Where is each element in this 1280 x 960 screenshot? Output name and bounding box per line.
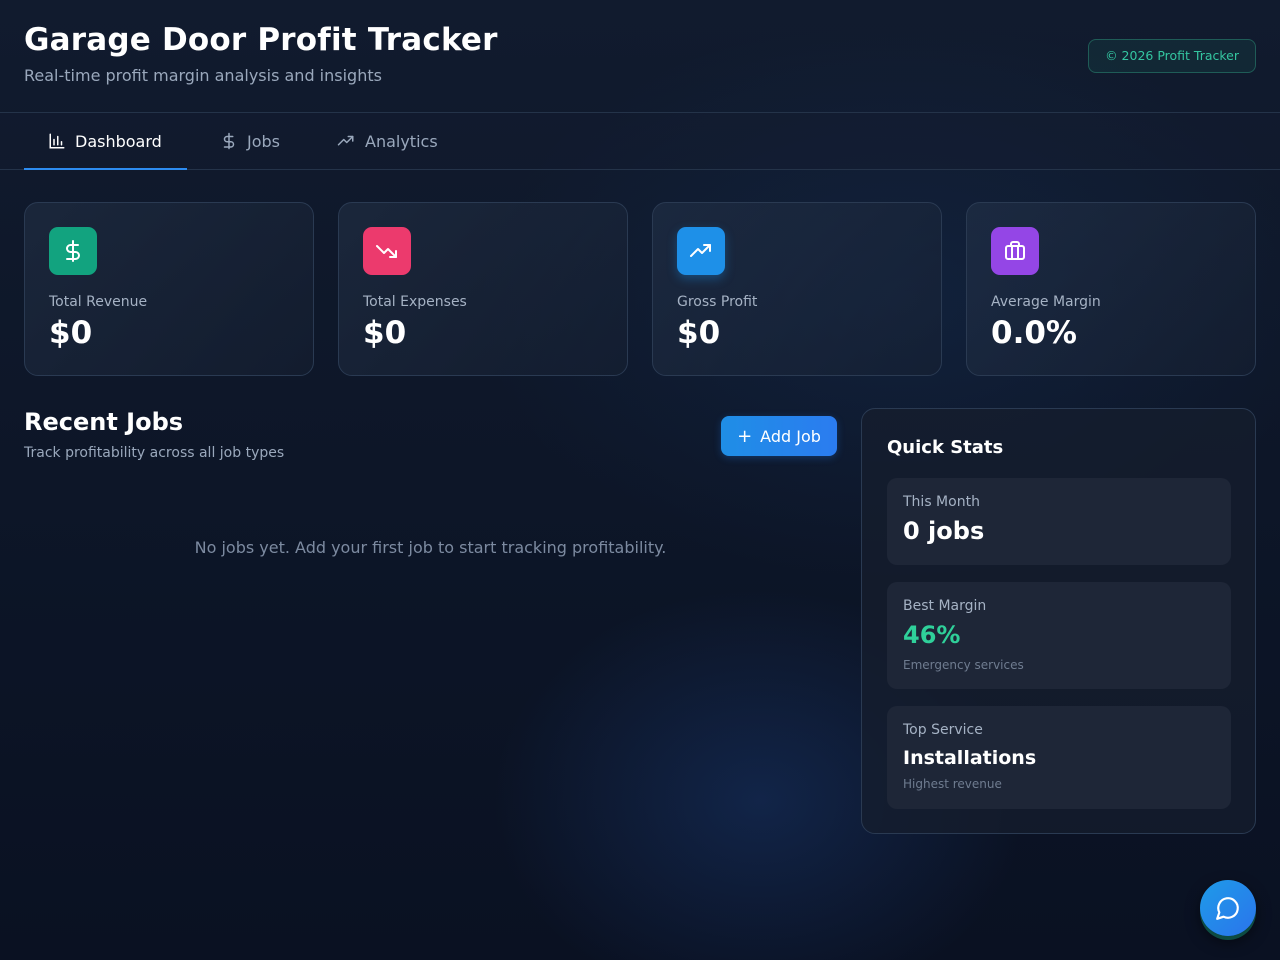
quick-stat-best-margin: Best Margin 46% Emergency services xyxy=(887,582,1231,689)
app-header: Garage Door Profit Tracker Real-time pro… xyxy=(0,0,1280,113)
dollar-icon xyxy=(49,227,97,275)
briefcase-icon xyxy=(991,227,1039,275)
tab-bar: Dashboard Jobs Analytics xyxy=(0,113,1280,170)
trending-down-icon xyxy=(363,227,411,275)
stat-value: 0.0% xyxy=(991,315,1077,351)
page-subtitle: Real-time profit margin analysis and ins… xyxy=(24,66,382,85)
stat-label: Total Expenses xyxy=(363,294,467,310)
stat-value: $0 xyxy=(49,315,93,351)
tab-jobs-label: Jobs xyxy=(247,131,280,151)
add-job-button[interactable]: + Add Job xyxy=(721,416,837,456)
stat-label: Gross Profit xyxy=(677,294,758,310)
quick-stat-this-month: This Month 0 jobs xyxy=(887,478,1231,565)
stat-card-gross-profit: Gross Profit $0 xyxy=(652,202,942,376)
recent-jobs-subtitle: Track profitability across all job types xyxy=(24,445,285,461)
stat-value: $0 xyxy=(677,315,721,351)
quick-stats-title: Quick Stats xyxy=(887,437,1004,458)
tab-dashboard[interactable]: Dashboard xyxy=(24,113,187,170)
page-title: Garage Door Profit Tracker xyxy=(24,22,498,58)
quick-stat-top-service: Top Service Installations Highest revenu… xyxy=(887,706,1231,809)
stat-label: Best Margin xyxy=(903,598,987,614)
stat-value: 46% xyxy=(903,621,961,649)
stat-value: Installations xyxy=(903,747,1037,769)
chat-bubble-icon xyxy=(1216,897,1239,920)
stat-card-total-expenses: Total Expenses $0 xyxy=(338,202,628,376)
quick-stats-panel: Quick Stats This Month 0 jobs Best Margi… xyxy=(861,408,1256,834)
add-job-label: Add Job xyxy=(760,426,821,446)
stat-label: Average Margin xyxy=(991,294,1101,310)
dollar-icon xyxy=(223,132,235,150)
plus-icon: + xyxy=(737,425,753,447)
stat-value: 0 jobs xyxy=(903,517,985,545)
tab-analytics-label: Analytics xyxy=(365,131,438,151)
stat-card-average-margin: Average Margin 0.0% xyxy=(966,202,1256,376)
tab-analytics[interactable]: Analytics xyxy=(336,113,438,169)
recent-jobs-title: Recent Jobs xyxy=(24,408,184,436)
tab-jobs[interactable]: Jobs xyxy=(220,113,280,169)
stat-card-total-revenue: Total Revenue $0 xyxy=(24,202,314,376)
trending-up-icon xyxy=(677,227,725,275)
copyright-badge: © 2026 Profit Tracker xyxy=(1088,39,1256,73)
stat-note: Emergency services xyxy=(903,658,1024,672)
tab-dashboard-label: Dashboard xyxy=(75,131,162,151)
stat-value: $0 xyxy=(363,315,407,351)
stat-label: This Month xyxy=(903,494,980,510)
empty-jobs-message: No jobs yet. Add your first job to start… xyxy=(194,538,667,557)
bar-chart-icon xyxy=(49,133,65,149)
stat-label: Total Revenue xyxy=(49,294,148,310)
chat-button[interactable] xyxy=(1200,880,1256,936)
stat-label: Top Service xyxy=(903,722,983,738)
stat-note: Highest revenue xyxy=(903,777,1002,791)
trending-up-icon xyxy=(337,135,354,146)
